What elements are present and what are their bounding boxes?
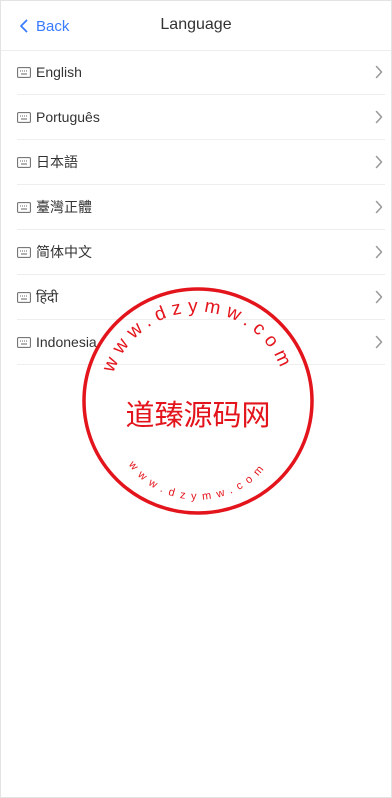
chevron-right-icon <box>375 245 383 259</box>
chevron-right-icon <box>375 110 383 124</box>
language-item-english[interactable]: English <box>17 50 385 95</box>
language-label: 日本語 <box>36 154 78 170</box>
keyboard-icon <box>17 65 31 79</box>
language-item-portugues[interactable]: Português <box>17 95 385 140</box>
nav-bar: Back Language <box>1 1 391 51</box>
keyboard-icon <box>17 110 31 124</box>
language-item-hindi[interactable]: हिंदी <box>17 275 385 320</box>
keyboard-icon <box>17 245 31 259</box>
language-item-simplified-chinese[interactable]: 简体中文 <box>17 230 385 275</box>
language-label: English <box>36 64 82 80</box>
language-item-indonesia[interactable]: Indonesia <box>17 320 385 365</box>
stamp-center-text: 道臻源码网 <box>125 398 270 432</box>
chevron-right-icon <box>375 200 383 214</box>
chevron-right-icon <box>375 335 383 349</box>
keyboard-icon <box>17 335 31 349</box>
language-label: हिंदी <box>36 288 59 305</box>
keyboard-icon <box>17 155 31 169</box>
language-item-japanese[interactable]: 日本語 <box>17 140 385 185</box>
keyboard-icon <box>17 290 31 304</box>
language-label: 臺灣正體 <box>36 199 92 215</box>
chevron-right-icon <box>375 155 383 169</box>
language-label: 简体中文 <box>36 244 92 260</box>
language-label: Português <box>36 109 100 125</box>
chevron-right-icon <box>375 290 383 304</box>
keyboard-icon <box>17 200 31 214</box>
language-list: English Português 日本語 臺灣正體 简体中文 हिंदी In… <box>17 50 385 365</box>
chevron-right-icon <box>375 65 383 79</box>
language-item-traditional-chinese[interactable]: 臺灣正體 <box>17 185 385 230</box>
language-label: Indonesia <box>36 334 97 350</box>
page-title: Language <box>160 16 232 33</box>
screen: Back Language English Português 日本語 臺灣正體… <box>0 0 392 798</box>
stamp-ring-text-bottom: www.dzymw.com <box>125 458 270 503</box>
